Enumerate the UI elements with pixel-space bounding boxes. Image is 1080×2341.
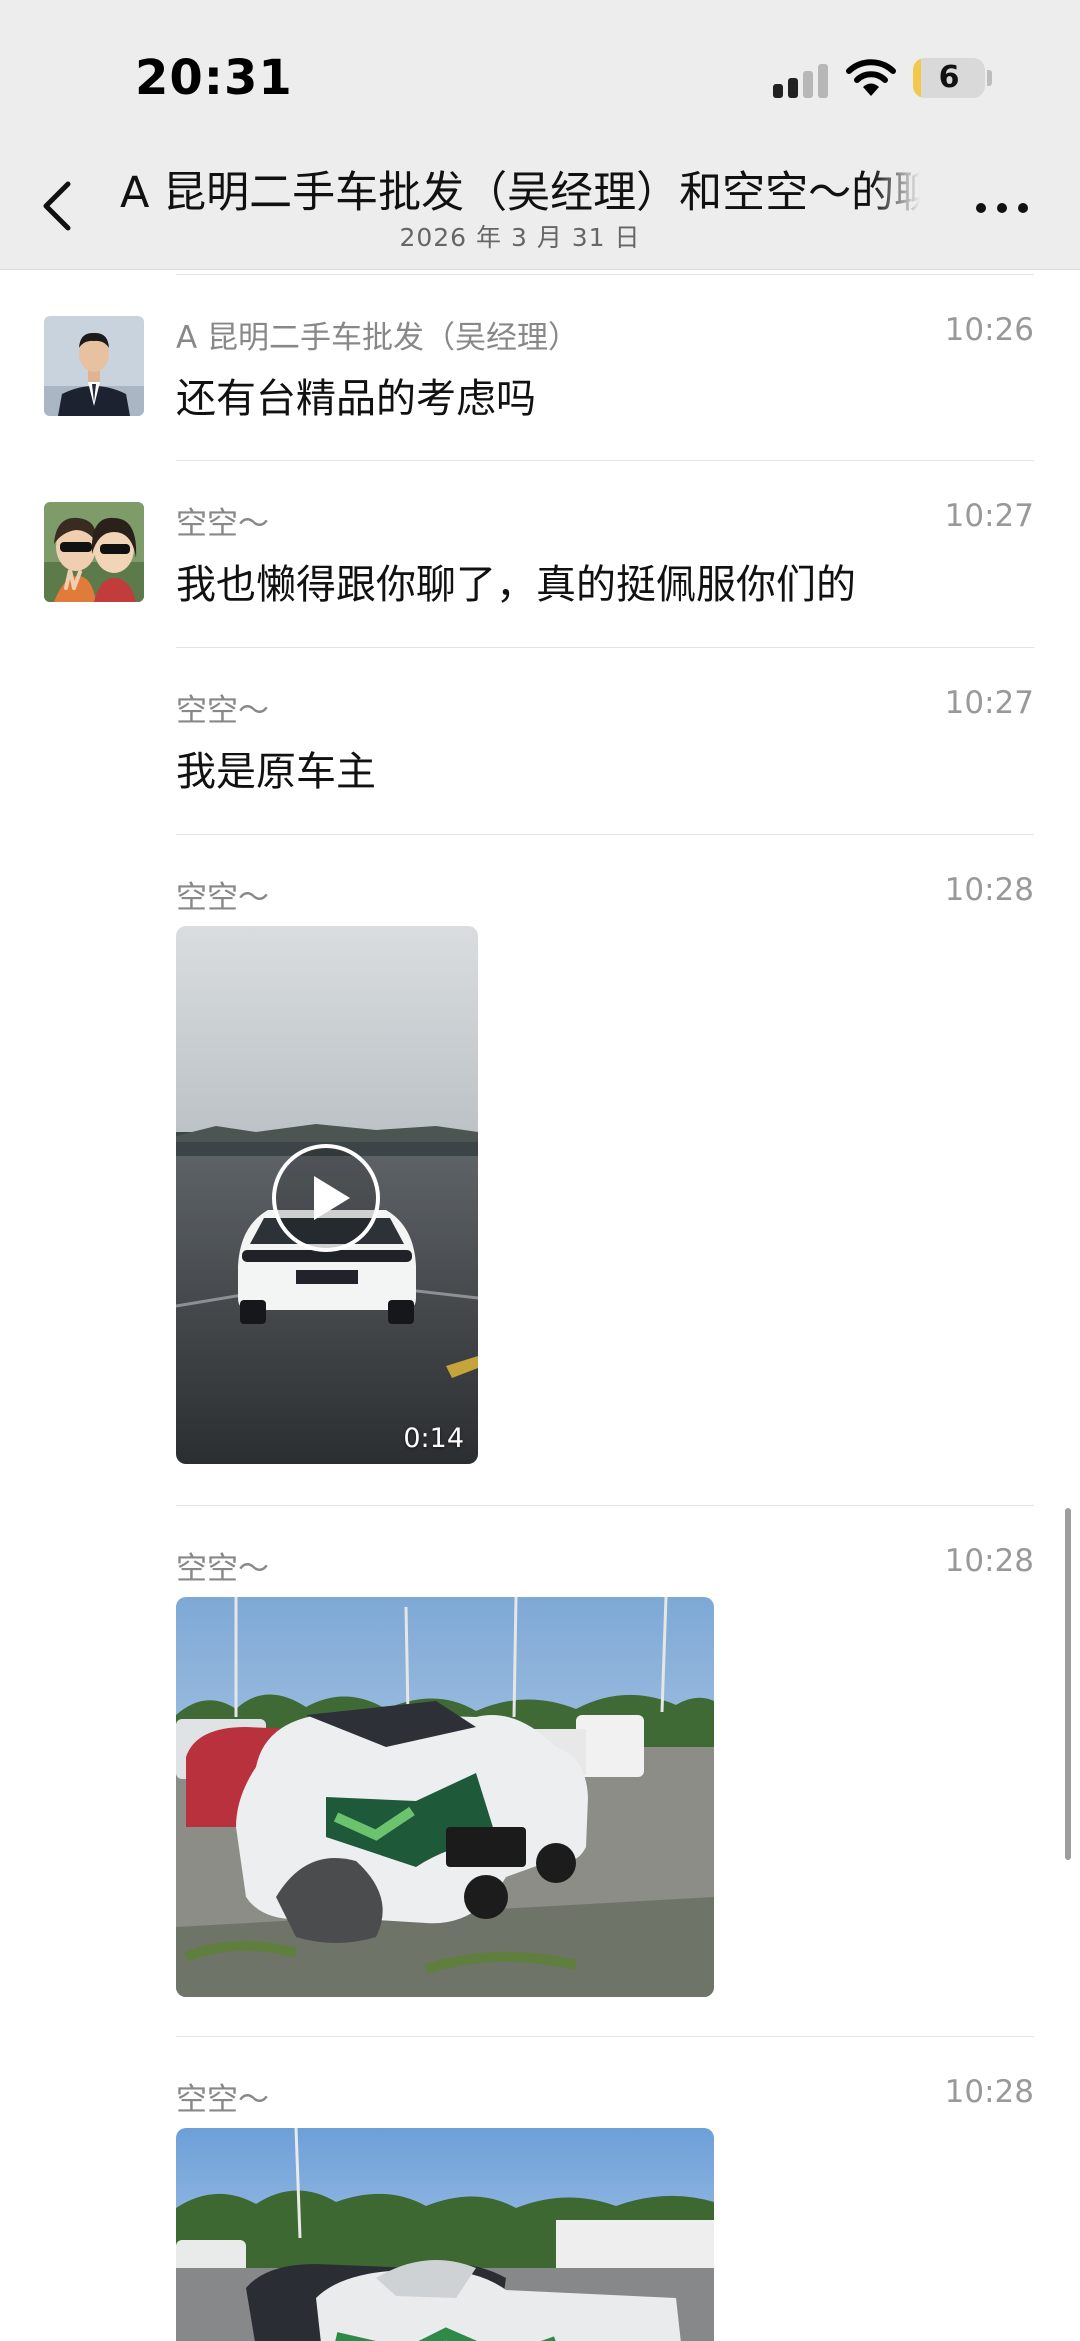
divider — [176, 460, 1034, 461]
message-item[interactable]: A 昆明二手车批发（吴经理） 10:26 还有台精品的考虑吗 — [0, 300, 1080, 460]
divider — [176, 2036, 1034, 2037]
avatar[interactable] — [44, 316, 144, 416]
chat-title: A 昆明二手车批发（吴经理）和空空～的聊天记录 — [120, 168, 920, 218]
message-item[interactable]: 空空～ 10:28 — [0, 2062, 1080, 2341]
divider — [176, 1505, 1034, 1506]
divider — [176, 274, 1034, 275]
sender-name: 空空～ — [176, 1551, 269, 1587]
message-time: 10:27 — [944, 498, 1034, 534]
sender-name: A 昆明二手车批发（吴经理） — [176, 320, 580, 356]
photo-thumbnail[interactable] — [176, 2128, 714, 2341]
divider — [176, 647, 1034, 648]
message-item[interactable]: 空空～ 10:27 我也懒得跟你聊了，真的挺佩服你们的 — [0, 486, 1080, 646]
sender-name: 空空～ — [176, 693, 269, 729]
photo-thumbnail[interactable] — [176, 1597, 714, 1997]
chat-date: 2026 年 3 月 31 日 — [399, 223, 641, 252]
battery-cap — [987, 70, 992, 86]
battery-percent: 6 — [938, 60, 960, 95]
play-icon[interactable] — [270, 1142, 382, 1254]
sender-name: 空空～ — [176, 506, 269, 542]
message-text[interactable]: 我是原车主 — [176, 739, 376, 797]
message-item[interactable]: 空空～ 10:27 我是原车主 — [0, 673, 1080, 833]
sender-name: 空空～ — [176, 2082, 269, 2118]
avatar[interactable] — [44, 502, 144, 602]
battery-icon: 6 — [913, 58, 985, 98]
message-time: 10:28 — [944, 872, 1034, 908]
video-duration: 0:14 — [403, 1423, 464, 1454]
cellular-signal-icon — [773, 62, 831, 98]
message-time: 10:28 — [944, 2074, 1034, 2110]
message-text[interactable]: 我也懒得跟你聊了，真的挺佩服你们的 — [176, 552, 856, 610]
message-item[interactable]: 空空～ 10:28 — [0, 1531, 1080, 2031]
header: 20:31 6 A 昆明二手车批发（吴经理）和空空～的聊天记录 2026 年 3… — [0, 0, 1080, 270]
wifi-icon — [846, 59, 896, 96]
status-time: 20:31 — [135, 50, 293, 106]
back-icon[interactable] — [38, 178, 78, 234]
video-thumbnail[interactable]: 0:14 — [176, 926, 478, 1464]
sender-name: 空空～ — [176, 880, 269, 916]
message-time: 10:26 — [944, 312, 1034, 348]
more-options-icon[interactable] — [972, 200, 1032, 216]
divider — [176, 834, 1034, 835]
message-text[interactable]: 还有台精品的考虑吗 — [176, 366, 536, 424]
message-time: 10:27 — [944, 685, 1034, 721]
message-item[interactable]: 空空～ 10:28 — [0, 860, 1080, 1500]
message-time: 10:28 — [944, 1543, 1034, 1579]
scrollbar[interactable] — [1065, 1508, 1071, 1860]
chat-history-screen: 20:31 6 A 昆明二手车批发（吴经理）和空空～的聊天记录 2026 年 3… — [0, 0, 1080, 2341]
